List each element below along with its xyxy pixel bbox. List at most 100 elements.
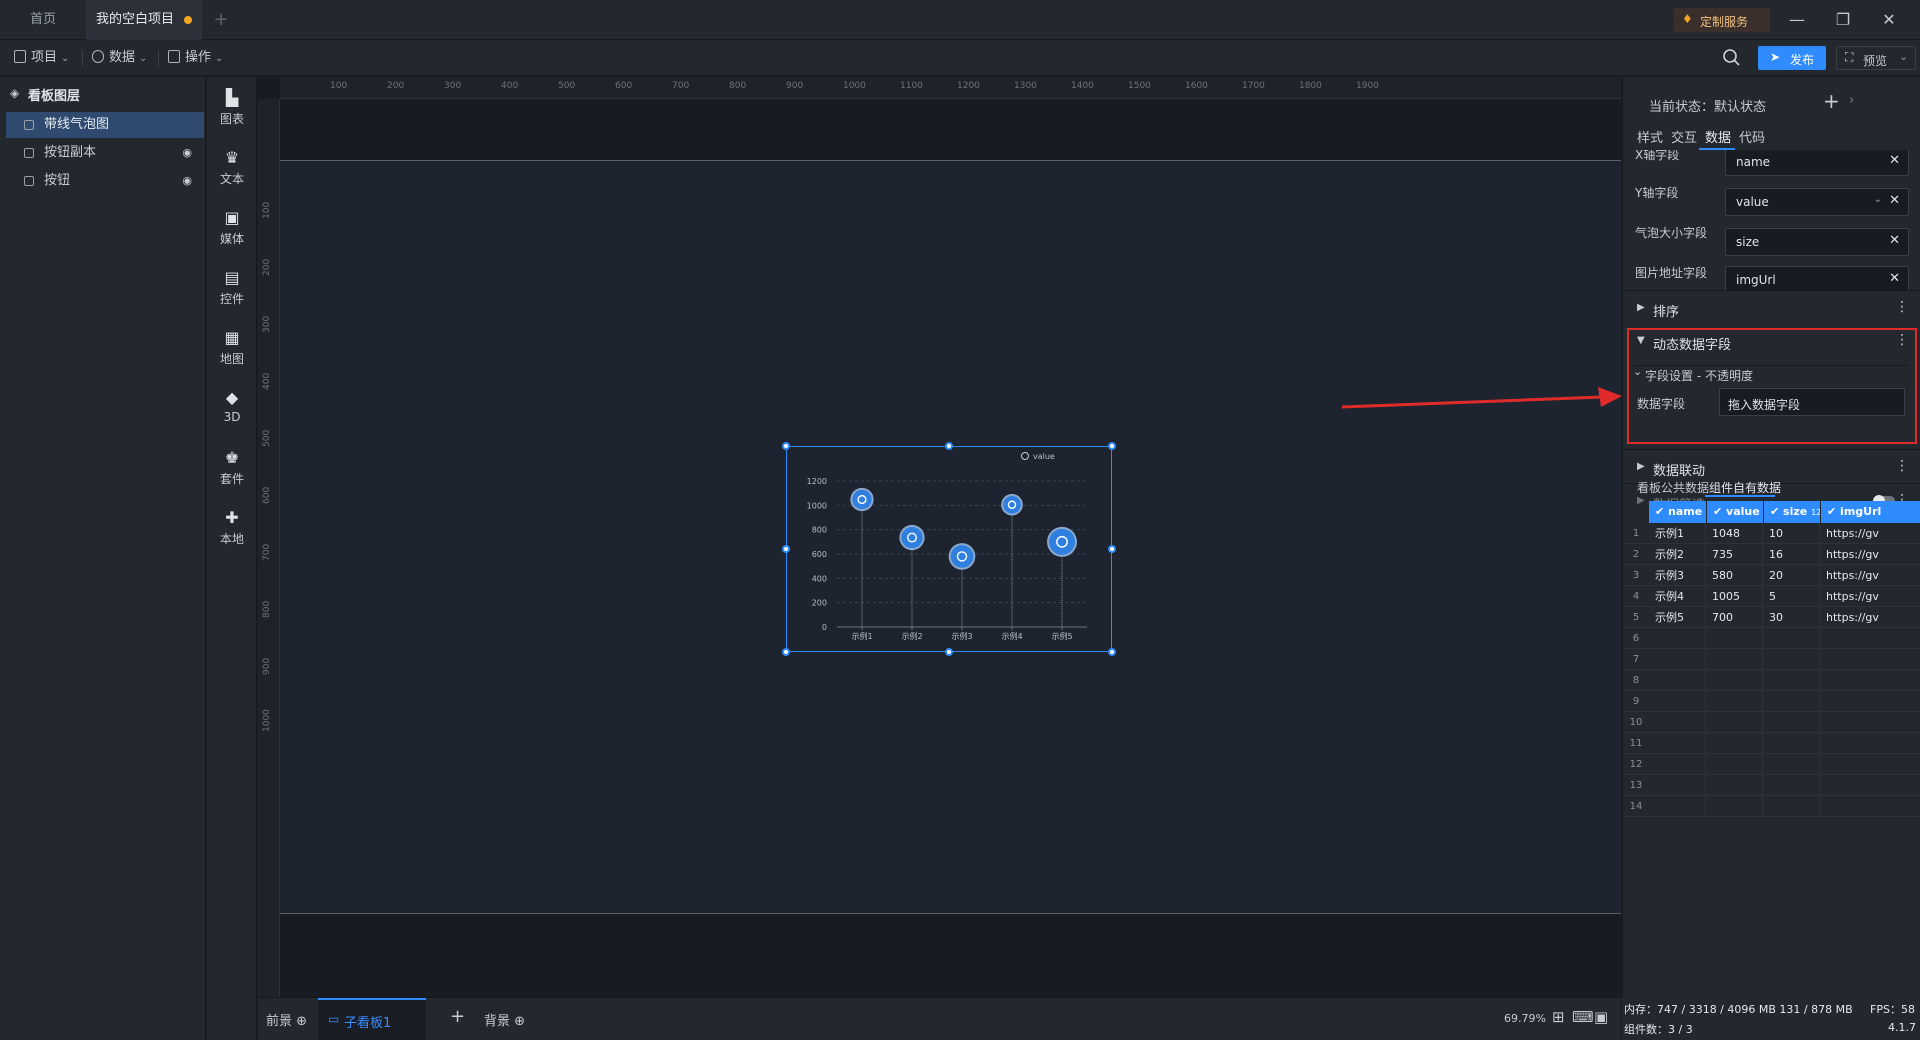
resize-handle[interactable]	[1108, 442, 1116, 450]
table-cell[interactable]	[1820, 796, 1920, 817]
add-board-button[interactable]: +	[450, 1006, 465, 1027]
resize-handle[interactable]	[782, 442, 790, 450]
tab-interaction[interactable]: 交互	[1671, 127, 1697, 146]
table-cell[interactable]	[1649, 796, 1706, 817]
table-cell[interactable]: https://gv	[1820, 523, 1920, 544]
add-state-button[interactable]: +	[1823, 89, 1840, 113]
clear-icon[interactable]: ✕	[1889, 153, 1900, 168]
table-cell[interactable]	[1649, 628, 1706, 649]
clear-icon[interactable]: ✕	[1889, 193, 1900, 208]
table-cell[interactable]	[1706, 670, 1763, 691]
column-header-imgurl[interactable]: ✔ imgUrl	[1820, 501, 1920, 523]
resize-handle[interactable]	[945, 442, 953, 450]
hidden-eye-icon[interactable]: ◉	[182, 168, 192, 194]
tool-3d[interactable]: ◆ 3D	[207, 389, 257, 425]
column-header-size[interactable]: ✔ size 123	[1763, 501, 1820, 523]
menu-project[interactable]: 项目 ⌄	[14, 48, 69, 68]
tab-home[interactable]: 首页	[0, 0, 86, 40]
tool-text[interactable]: ♛ 文本	[207, 149, 257, 187]
terminal-icon[interactable]: ▣	[1594, 1008, 1608, 1026]
sub-board-tab[interactable]: ▭ 子看板1	[318, 998, 426, 1040]
table-cell[interactable]: 示例1	[1649, 523, 1706, 544]
table-cell[interactable]	[1706, 649, 1763, 670]
table-cell[interactable]: 1005	[1706, 586, 1763, 607]
clear-icon[interactable]: ✕	[1889, 233, 1900, 248]
keyboard-icon[interactable]: ⌨	[1572, 1008, 1594, 1026]
table-cell[interactable]	[1820, 628, 1920, 649]
table-cell[interactable]	[1820, 649, 1920, 670]
preview-button[interactable]: ⛶ 预览 ⌄	[1836, 46, 1916, 70]
column-header-name[interactable]: ✔ name Str	[1649, 501, 1706, 523]
size-field-select[interactable]: size ✕	[1725, 228, 1909, 256]
table-cell[interactable]	[1706, 754, 1763, 775]
foreground-tab[interactable]: 前景 ⊕	[266, 1010, 307, 1029]
table-cell[interactable]: 735	[1706, 544, 1763, 565]
zoom-level[interactable]: 69.79%	[1504, 1012, 1546, 1025]
table-cell[interactable]	[1706, 796, 1763, 817]
publish-button[interactable]: ➤ 发布	[1758, 46, 1826, 70]
tool-chart[interactable]: ▙ 图表	[207, 89, 257, 127]
table-cell[interactable]	[1763, 775, 1820, 796]
table-cell[interactable]	[1763, 649, 1820, 670]
table-cell[interactable]: 示例5	[1649, 607, 1706, 628]
tab-own-data[interactable]: 组件自有数据	[1709, 479, 1781, 496]
layer-item-button-copy[interactable]: 按钮副本 ◉	[6, 140, 204, 166]
table-cell[interactable]: https://gv	[1820, 565, 1920, 586]
section-sort[interactable]: ▶ 排序 ⋮	[1623, 290, 1920, 326]
data-field-dropzone[interactable]: 拖入数据字段	[1719, 388, 1905, 416]
table-cell[interactable]	[1763, 712, 1820, 733]
add-circle-icon[interactable]: ⊕	[514, 1014, 525, 1029]
clear-icon[interactable]: ✕	[1889, 271, 1900, 286]
tab-data[interactable]: 数据	[1705, 127, 1731, 146]
layer-item-button[interactable]: 按钮 ◉	[6, 168, 204, 194]
tab-public-data[interactable]: 看板公共数据	[1637, 479, 1709, 496]
table-cell[interactable]	[1706, 628, 1763, 649]
table-cell[interactable]	[1649, 775, 1706, 796]
restore-button[interactable]: ❐	[1820, 0, 1866, 40]
table-cell[interactable]	[1649, 691, 1706, 712]
resize-handle[interactable]	[1108, 545, 1116, 553]
resize-handle[interactable]	[1108, 648, 1116, 656]
ruler-left[interactable]: 100 200 300 400 500 600 700 800 900 1000	[258, 99, 280, 997]
search-button[interactable]	[1722, 48, 1742, 68]
table-cell[interactable]: 30	[1763, 607, 1820, 628]
table-cell[interactable]	[1763, 691, 1820, 712]
table-cell[interactable]	[1763, 670, 1820, 691]
table-cell[interactable]	[1706, 691, 1763, 712]
table-cell[interactable]: 示例2	[1649, 544, 1706, 565]
more-icon[interactable]: ⋮	[1895, 299, 1909, 315]
caret-down-icon[interactable]: ⌄	[1633, 365, 1642, 378]
table-cell[interactable]	[1649, 754, 1706, 775]
table-cell[interactable]: 700	[1706, 607, 1763, 628]
tab-style[interactable]: 样式	[1637, 127, 1663, 146]
close-button[interactable]: ✕	[1866, 0, 1912, 40]
table-cell[interactable]	[1649, 712, 1706, 733]
background-tab[interactable]: 背景 ⊕	[484, 1010, 525, 1029]
table-cell[interactable]	[1763, 733, 1820, 754]
section-dynamic-field[interactable]: ▼ 动态数据字段 ⋮	[1623, 324, 1920, 360]
minimize-button[interactable]: —	[1774, 0, 1820, 40]
more-icon[interactable]: ⋮	[1895, 458, 1909, 474]
img-field-select[interactable]: imgUrl ✕	[1725, 266, 1909, 290]
table-cell[interactable]: 10	[1763, 523, 1820, 544]
table-cell[interactable]	[1649, 649, 1706, 670]
ruler-top[interactable]: 100 200 300 400 500 600 700 800 900 1000 1100 1200 1…	[280, 77, 1621, 99]
x-field-select[interactable]: name ✕	[1725, 150, 1909, 176]
table-cell[interactable]: 示例3	[1649, 565, 1706, 586]
table-cell[interactable]: 1048	[1706, 523, 1763, 544]
table-cell[interactable]	[1706, 775, 1763, 796]
table-cell[interactable]: 20	[1763, 565, 1820, 586]
add-circle-icon[interactable]: ⊕	[296, 1014, 307, 1029]
table-cell[interactable]	[1706, 733, 1763, 754]
add-tab-button[interactable]: +	[206, 0, 236, 40]
tool-map[interactable]: ▦ 地图	[207, 329, 257, 367]
table-cell[interactable]: 580	[1706, 565, 1763, 586]
hidden-eye-icon[interactable]: ◉	[182, 140, 192, 166]
table-cell[interactable]	[1820, 775, 1920, 796]
table-cell[interactable]	[1763, 628, 1820, 649]
table-cell[interactable]	[1820, 691, 1920, 712]
tab-my-project[interactable]: 我的空白项目	[86, 0, 202, 40]
table-cell[interactable]	[1649, 733, 1706, 754]
layer-item-bubble-chart[interactable]: 带线气泡图	[6, 112, 204, 138]
y-field-select[interactable]: value ⌄ ✕	[1725, 188, 1909, 216]
